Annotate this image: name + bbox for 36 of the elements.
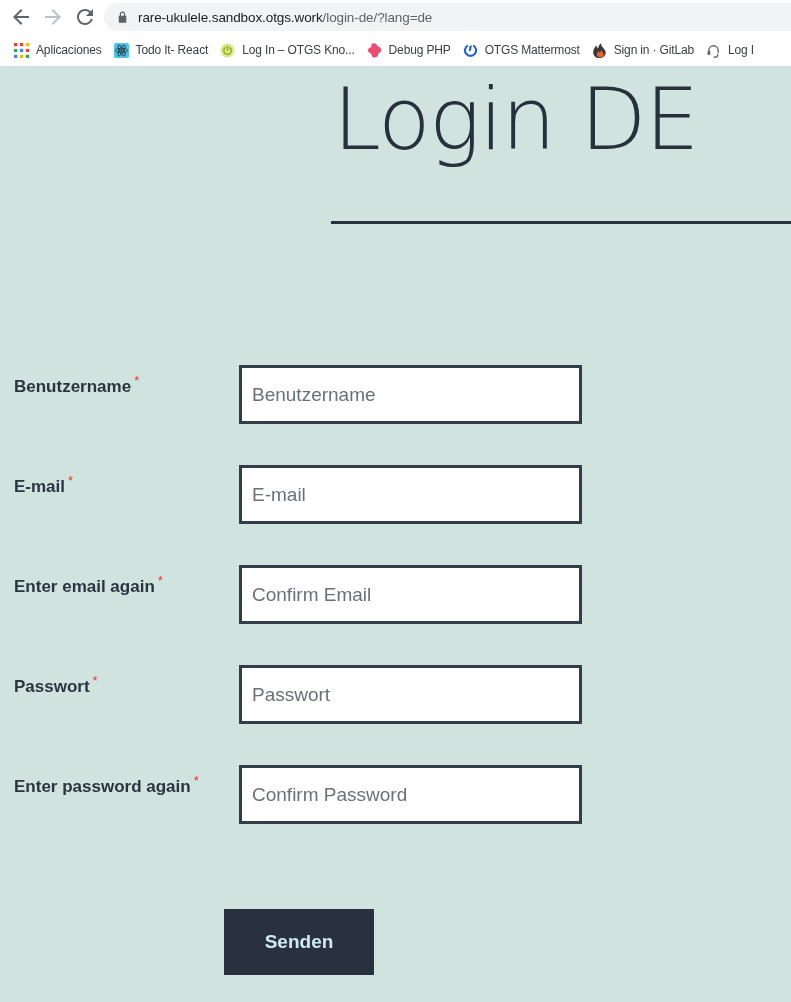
atom-icon xyxy=(113,42,129,58)
padlock-icon xyxy=(118,11,127,23)
required-asterisk: * xyxy=(68,474,74,487)
flame-icon xyxy=(591,42,607,58)
input-field[interactable]: Passwort xyxy=(239,665,582,724)
required-asterisk: * xyxy=(193,774,199,787)
bookmark-link[interactable]: Aplicaciones xyxy=(14,42,102,58)
bookmark-link[interactable]: Log In – OTGS Kno... xyxy=(220,42,355,58)
required-asterisk: * xyxy=(134,374,140,387)
page-title: Login DE xyxy=(333,69,698,169)
field-label: Enter email again xyxy=(14,577,155,597)
bookmark-link[interactable]: Log I xyxy=(706,42,754,58)
address-bar[interactable]: rare-ukulele.sandbox.otgs.work/login-de/?lang=de xyxy=(104,3,791,31)
headset-icon xyxy=(706,42,722,58)
required-asterisk: * xyxy=(92,674,98,687)
power-icon xyxy=(220,42,236,58)
field-label: Passwort xyxy=(14,677,90,697)
bookmark-link[interactable]: Sign in · GitLab xyxy=(591,42,695,58)
input-field[interactable]: Confirm Email xyxy=(239,565,582,624)
bookmark-link[interactable]: Todo It- React xyxy=(113,42,209,58)
required-asterisk: * xyxy=(157,574,163,587)
bookmark-link[interactable]: Debug PHP xyxy=(366,42,451,58)
field-label: E-mail xyxy=(14,477,66,497)
back-arrow-icon[interactable] xyxy=(13,9,29,25)
reload-icon[interactable] xyxy=(77,9,93,25)
blob-icon xyxy=(366,42,382,58)
input-field[interactable]: Confirm Password xyxy=(239,765,582,824)
ring-icon xyxy=(462,42,478,58)
url-text: rare-ukulele.sandbox.otgs.work/login-de/?lang=de xyxy=(138,9,433,25)
input-field[interactable]: E-mail xyxy=(239,465,582,524)
submit-button[interactable]: Senden xyxy=(224,909,374,975)
app-grid-icon xyxy=(14,42,29,58)
field-label: Enter password again xyxy=(14,777,191,797)
bookmark-link[interactable]: OTGS Mattermost xyxy=(462,42,580,58)
input-field[interactable]: Benutzername xyxy=(239,365,582,424)
field-label: Benutzername xyxy=(14,377,132,397)
